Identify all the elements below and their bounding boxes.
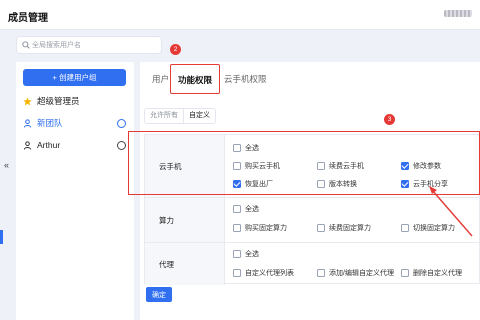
search-input[interactable]: [32, 39, 157, 52]
checkbox-buy-fixed-compute[interactable]: 购买固定算力: [233, 223, 287, 233]
permission-row-cloud-phone: 云手机 全选 购买云手机 续费云手机 修改参数 恢复出厂 版本转换 云手机分享: [145, 135, 480, 197]
group-item-super-admin[interactable]: 超级管理员: [16, 92, 134, 110]
permission-panel: 用户 功能权限 云手机权限 允许所有 自定义 云手机 全选 购买云手机 续费云手…: [140, 62, 480, 320]
more-options-icon[interactable]: [117, 119, 126, 128]
checkbox-box: [233, 162, 241, 170]
search-icon: [22, 41, 30, 49]
checkbox-renew-fixed-compute[interactable]: 续费固定算力: [317, 223, 371, 233]
group-item-arthur[interactable]: Arthur: [16, 136, 134, 154]
permission-row-proxy: 代理 全选 自定义代理列表 添加/编辑自定义代理 删除自定义代理: [145, 243, 480, 285]
checkbox-modify-params[interactable]: 修改参数: [401, 161, 441, 171]
checkbox-renew-cloud-phone[interactable]: 续费云手机: [317, 161, 364, 171]
checkbox-select-all[interactable]: 全选: [233, 143, 259, 153]
checkbox-delete-custom-proxy[interactable]: 删除自定义代理: [401, 268, 462, 278]
checkbox-box: [233, 269, 241, 277]
confirm-button[interactable]: 确定: [146, 287, 172, 302]
permission-row-label: 代理: [145, 243, 225, 285]
top-header: 成员管理: [0, 0, 480, 30]
permission-row-label: 算力: [145, 198, 225, 242]
checkbox-box: [233, 250, 241, 258]
checkbox-custom-proxy-list[interactable]: 自定义代理列表: [233, 268, 294, 278]
checkbox-box: [317, 162, 325, 170]
checkbox-box: [233, 224, 241, 232]
group-sidebar: + 创建用户组 超级管理员 新团队 Arthur: [16, 62, 134, 320]
permission-table: 云手机 全选 购买云手机 续费云手机 修改参数 恢复出厂 版本转换 云手机分享 …: [144, 134, 480, 285]
group-label: 超级管理员: [37, 96, 80, 106]
checkbox-box: [317, 224, 325, 232]
checkbox-cloud-phone-share[interactable]: 云手机分享: [401, 179, 448, 189]
tab-feature-permissions[interactable]: 功能权限: [170, 64, 221, 94]
annotation-badge-3: 3: [384, 114, 395, 125]
page-title: 成员管理: [8, 13, 48, 24]
more-options-icon[interactable]: [117, 141, 126, 150]
annotation-badge-2: 2: [170, 44, 181, 55]
checkbox-select-all[interactable]: 全选: [233, 204, 259, 214]
checkbox-box-checked: [233, 180, 241, 188]
group-item-new-team[interactable]: 新团队: [16, 114, 134, 132]
checkbox-buy-cloud-phone[interactable]: 购买云手机: [233, 161, 280, 171]
create-group-button[interactable]: + 创建用户组: [23, 69, 126, 86]
segment-allow-all[interactable]: 允许所有: [145, 109, 183, 123]
permission-row-label: 云手机: [145, 135, 225, 197]
checkbox-version-convert[interactable]: 版本转换: [317, 179, 357, 189]
checkbox-box: [317, 180, 325, 188]
checkbox-box-checked: [401, 180, 409, 188]
user-name-blurred[interactable]: [444, 10, 472, 17]
edge-strip: [0, 230, 3, 244]
permission-mode-segment[interactable]: 允许所有 自定义: [144, 108, 216, 124]
checkbox-box: [233, 144, 241, 152]
checkbox-add-edit-custom-proxy[interactable]: 添加/编辑自定义代理: [317, 268, 394, 278]
checkbox-box-checked: [401, 162, 409, 170]
checkbox-box: [233, 205, 241, 213]
checkbox-switch-fixed-compute[interactable]: 切换固定算力: [401, 223, 455, 233]
checkbox-box: [401, 224, 409, 232]
tab-cloud-phone-permissions[interactable]: 云手机权限: [220, 70, 271, 88]
permission-row-compute: 算力 全选 购买固定算力 续费固定算力 切换固定算力: [145, 198, 480, 242]
group-label: 新团队: [37, 118, 63, 128]
checkbox-box: [317, 269, 325, 277]
checkbox-box: [401, 269, 409, 277]
person-icon: [23, 140, 32, 150]
person-icon: [23, 118, 32, 128]
search-box[interactable]: [16, 36, 162, 54]
collapse-sidebar-icon[interactable]: «: [0, 160, 13, 174]
checkbox-factory-reset[interactable]: 恢复出厂: [233, 179, 273, 189]
star-icon: [23, 96, 32, 106]
segment-custom[interactable]: 自定义: [183, 109, 215, 123]
checkbox-select-all[interactable]: 全选: [233, 249, 259, 259]
group-label: Arthur: [37, 140, 61, 150]
